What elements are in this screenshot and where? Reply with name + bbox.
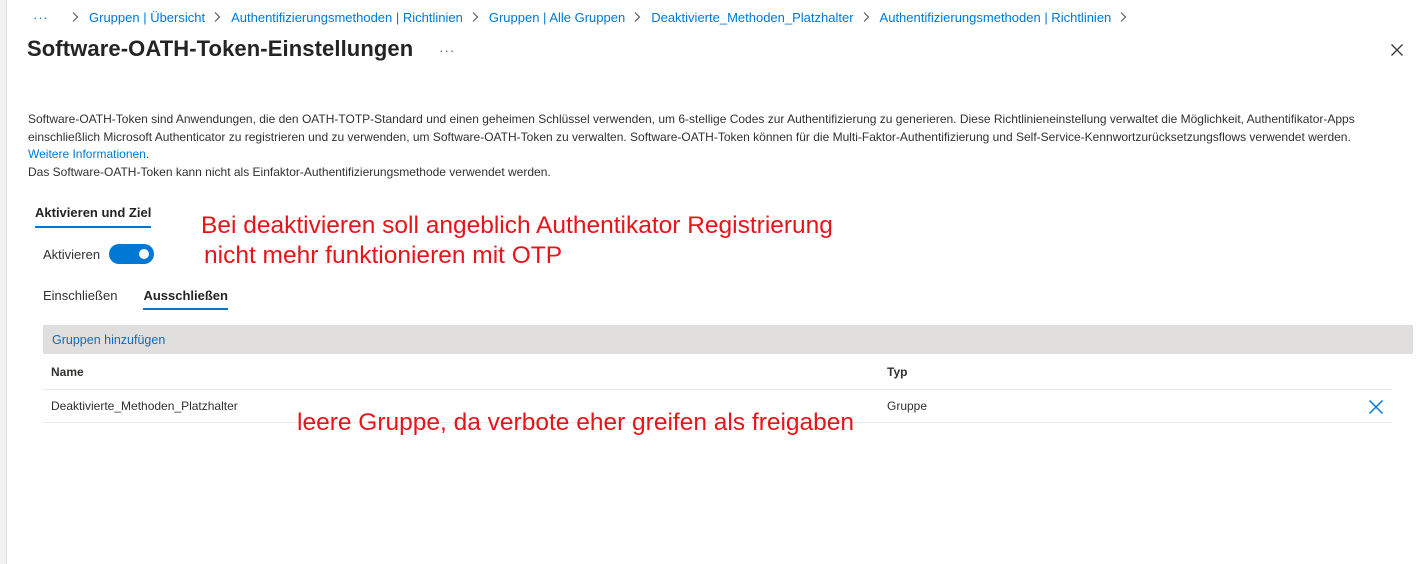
title-row: Software-OATH-Token-Einstellungen ··· [27,36,455,62]
breadcrumb: ··· Gruppen | Übersicht Authentifizierun… [33,8,1137,26]
breadcrumb-item: Gruppen | Übersicht [63,10,205,25]
chevron-right-icon [1119,11,1127,23]
left-rail [0,0,7,564]
chevron-right-icon [71,11,79,23]
breadcrumb-item: Gruppen | Alle Gruppen [463,10,625,25]
tab-include[interactable]: Einschließen [43,288,117,310]
learn-more-link[interactable]: Weitere Informationen [28,147,146,161]
breadcrumb-item: Authentifizierungsmethoden | Richtlinien [854,10,1138,25]
group-type-cell: Gruppe [887,399,928,413]
remove-group-button[interactable] [1368,399,1384,415]
enable-row: Aktivieren [43,244,155,264]
enable-toggle[interactable] [109,244,155,264]
breadcrumb-link-groups-overview[interactable]: Gruppen | Übersicht [89,10,205,25]
tab-exclude[interactable]: Ausschließen [143,288,228,310]
breadcrumb-link-all-groups[interactable]: Gruppen | Alle Gruppen [489,10,625,25]
tab-enable-and-target[interactable]: Aktivieren und Ziel [35,205,152,228]
column-header-type[interactable]: Typ [887,365,1392,379]
annotation-line-2: nicht mehr funktionieren mit OTP [204,242,563,269]
page-title: Software-OATH-Token-Einstellungen [27,36,414,61]
breadcrumb-item: Authentifizierungsmethoden | Richtlinien [205,10,463,25]
add-groups-button[interactable]: Gruppen hinzufügen [52,333,165,347]
chevron-right-icon [213,11,221,23]
breadcrumb-link-disabled-methods-placeholder[interactable]: Deaktivierte_Methoden_Platzhalter [651,10,853,25]
include-exclude-tabs: Einschließen Ausschließen [43,288,254,310]
close-button[interactable] [1389,42,1405,58]
title-more-button[interactable]: ··· [439,43,455,58]
toggle-knob [139,249,150,259]
description-text: Software-OATH-Token sind Anwendungen, di… [28,112,1355,144]
description-link-suffix: . [145,147,150,161]
chevron-right-icon [471,11,479,23]
enable-label: Aktivieren [43,246,101,262]
table-header: Name Typ [43,354,1392,390]
breadcrumb-link-auth-methods-policies-current[interactable]: Authentifizierungsmethoden | Richtlinien [880,10,1112,25]
command-bar: Gruppen hinzufügen [43,325,1413,354]
chevron-right-icon [633,11,641,23]
column-header-name[interactable]: Name [43,365,887,379]
annotation-line-1: Bei deaktivieren soll angeblich Authenti… [201,212,833,239]
breadcrumb-link-auth-methods-policies[interactable]: Authentifizierungsmethoden | Richtlinien [231,10,463,25]
breadcrumb-more-button[interactable]: ··· [33,10,49,25]
close-icon [1391,44,1403,56]
description-note: Das Software-OATH-Token kann nicht als E… [28,164,551,179]
annotation-note-group: leere Gruppe, da verbote eher greifen al… [297,409,855,436]
chevron-right-icon [862,11,870,23]
description: Software-OATH-Token sind Anwendungen, di… [28,111,1368,181]
breadcrumb-item: Deaktivierte_Methoden_Platzhalter [625,10,854,25]
annotation-note-toggle: Bei deaktivieren soll angeblich Authenti… [201,211,833,271]
close-icon [1368,399,1384,415]
